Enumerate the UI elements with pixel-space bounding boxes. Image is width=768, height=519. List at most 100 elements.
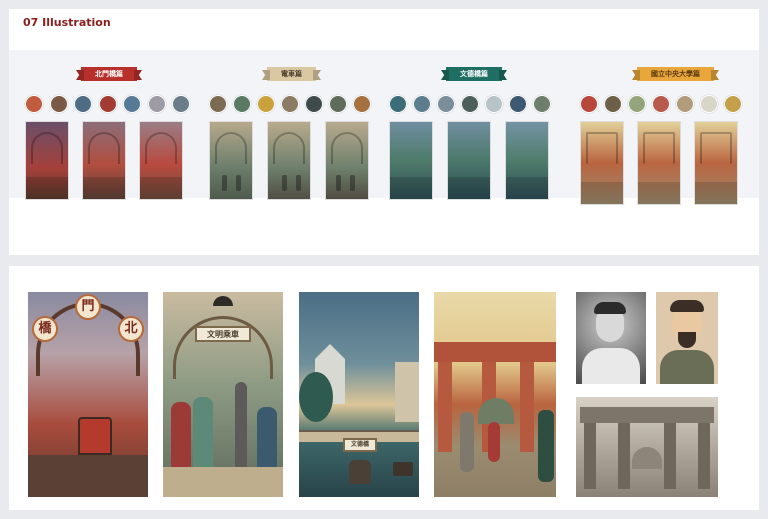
ground-shape bbox=[83, 177, 125, 199]
hair-shape bbox=[670, 300, 704, 312]
banner-university: 國立中央大學篇 bbox=[637, 67, 714, 81]
ground-shape bbox=[390, 177, 432, 199]
circle-thumb[interactable] bbox=[389, 95, 407, 113]
arch-shape bbox=[88, 132, 120, 164]
ground-shape bbox=[140, 177, 182, 199]
illustration-wende-bridge[interactable]: 文德橋 bbox=[299, 292, 419, 497]
circle-thumb[interactable] bbox=[209, 95, 227, 113]
top-panel: 07 Illustration 北門橋篇 電車篇 文德橋篇 國立中央大學篇 bbox=[9, 9, 759, 255]
circle-thumb[interactable] bbox=[233, 95, 251, 113]
historical-gate-photo[interactable] bbox=[576, 397, 718, 497]
arch-shape bbox=[31, 132, 63, 164]
ground-shape bbox=[581, 182, 623, 204]
thumb-wende-1[interactable] bbox=[389, 121, 433, 200]
thumb-beimen-2[interactable] bbox=[82, 121, 126, 200]
gate-pillar bbox=[438, 362, 452, 452]
figure-shape bbox=[282, 175, 287, 191]
ground-shape bbox=[638, 182, 680, 204]
building-shape bbox=[395, 362, 419, 422]
circle-thumb[interactable] bbox=[724, 95, 742, 113]
arch-shape bbox=[700, 132, 732, 164]
arch-shape bbox=[273, 132, 305, 164]
sign-char-men: 門 bbox=[75, 294, 101, 320]
arch-shape bbox=[586, 132, 618, 164]
arch-shape bbox=[145, 132, 177, 164]
circle-thumb[interactable] bbox=[700, 95, 718, 113]
lamp-shape bbox=[213, 296, 233, 306]
street-ground bbox=[28, 455, 148, 497]
floor-shape bbox=[163, 467, 283, 497]
circle-thumb[interactable] bbox=[676, 95, 694, 113]
circle-thumb[interactable] bbox=[604, 95, 622, 113]
circle-thumb[interactable] bbox=[485, 95, 503, 113]
circle-thumb[interactable] bbox=[99, 95, 117, 113]
circle-thumb[interactable] bbox=[50, 95, 68, 113]
circle-thumb[interactable] bbox=[652, 95, 670, 113]
beard-shape bbox=[678, 332, 696, 348]
circle-thumb[interactable] bbox=[353, 95, 371, 113]
dome-building bbox=[632, 447, 662, 469]
figure-shape bbox=[296, 175, 301, 191]
thumb-university-2[interactable] bbox=[637, 121, 681, 205]
figure-shape bbox=[236, 175, 241, 191]
circle-thumb[interactable] bbox=[74, 95, 92, 113]
illustration-beimen-bridge[interactable]: 門 橋 北 bbox=[28, 292, 148, 497]
thumb-tram-2[interactable] bbox=[267, 121, 311, 200]
thumb-tram-3[interactable] bbox=[325, 121, 369, 200]
thumb-tram-1[interactable] bbox=[209, 121, 253, 200]
illustration-tram-interior[interactable]: 文明乘車 bbox=[163, 292, 283, 497]
circle-thumb[interactable] bbox=[413, 95, 431, 113]
banner-tram: 電車篇 bbox=[267, 67, 316, 81]
circle-thumb[interactable] bbox=[509, 95, 527, 113]
circle-thumb[interactable] bbox=[172, 95, 190, 113]
hair-shape bbox=[594, 302, 626, 314]
person-figure bbox=[460, 412, 474, 472]
ground-shape bbox=[695, 182, 737, 204]
thumb-wende-3[interactable] bbox=[505, 121, 549, 200]
circle-thumb[interactable] bbox=[123, 95, 141, 113]
circle-thumb[interactable] bbox=[257, 95, 275, 113]
circle-thumb[interactable] bbox=[148, 95, 166, 113]
circle-thumb[interactable] bbox=[305, 95, 323, 113]
circle-thumb[interactable] bbox=[628, 95, 646, 113]
circle-thumb[interactable] bbox=[281, 95, 299, 113]
person-figure bbox=[488, 422, 500, 462]
circle-thumb[interactable] bbox=[437, 95, 455, 113]
illustration-university-gate[interactable] bbox=[434, 292, 556, 497]
clothing-shape bbox=[582, 348, 640, 384]
banner-wende: 文德橋篇 bbox=[446, 67, 502, 81]
bottom-panel: 門 橋 北 文明乘車 文德橋 bbox=[9, 266, 759, 510]
arch-shape bbox=[643, 132, 675, 164]
tram-shape bbox=[78, 417, 112, 455]
person-figure bbox=[538, 410, 554, 482]
figure-shape bbox=[336, 175, 341, 191]
gate-pillar bbox=[584, 423, 596, 489]
circle-thumb[interactable] bbox=[533, 95, 551, 113]
sign-char-qiao: 橋 bbox=[32, 316, 58, 342]
circle-thumb[interactable] bbox=[329, 95, 347, 113]
bridge-sign: 文德橋 bbox=[343, 438, 377, 452]
portrait-photo[interactable] bbox=[576, 292, 646, 384]
thumb-beimen-1[interactable] bbox=[25, 121, 69, 200]
arch-shape bbox=[331, 132, 363, 164]
tree-shape bbox=[299, 372, 333, 422]
figure-shape bbox=[222, 175, 227, 191]
gate-pillar bbox=[520, 362, 534, 452]
sign-char-bei: 北 bbox=[118, 316, 144, 342]
gate-pillar bbox=[618, 423, 630, 489]
boat-shape bbox=[393, 462, 413, 476]
thumb-beimen-3[interactable] bbox=[139, 121, 183, 200]
circle-thumb[interactable] bbox=[25, 95, 43, 113]
thumb-university-3[interactable] bbox=[694, 121, 738, 205]
clothing-shape bbox=[660, 350, 714, 384]
section-title: 07 Illustration bbox=[23, 16, 111, 29]
dome-building bbox=[478, 398, 514, 424]
portrait-illustration[interactable] bbox=[656, 292, 718, 384]
circle-thumb[interactable] bbox=[461, 95, 479, 113]
thumb-wende-2[interactable] bbox=[447, 121, 491, 200]
gate-top bbox=[580, 407, 714, 423]
thumb-university-1[interactable] bbox=[580, 121, 624, 205]
tram-sign: 文明乘車 bbox=[195, 326, 251, 342]
arch-shape bbox=[215, 132, 247, 164]
circle-thumb[interactable] bbox=[580, 95, 598, 113]
